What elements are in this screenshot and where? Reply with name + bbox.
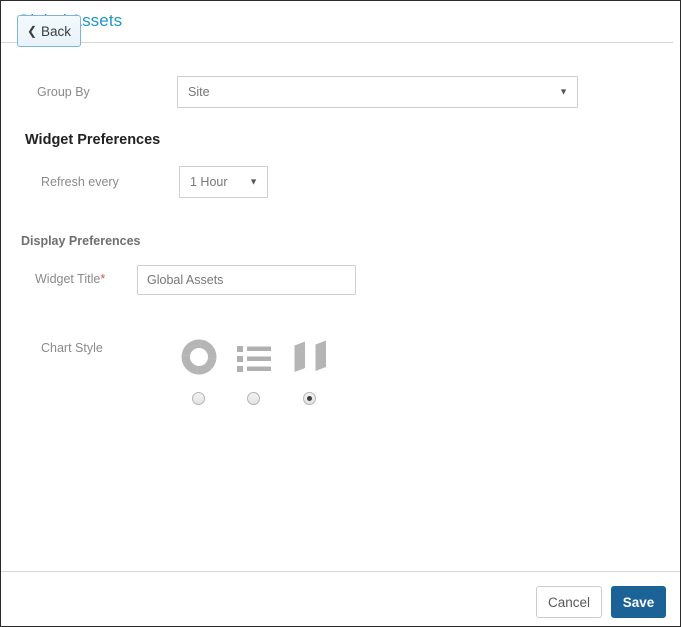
- chart-style-radio-list[interactable]: [247, 392, 260, 405]
- save-button-label: Save: [622, 594, 655, 610]
- refresh-interval-value: 1 Hour: [190, 175, 228, 189]
- back-button-label: Back: [41, 23, 72, 39]
- dialog-header: Global Assets: [1, 1, 680, 42]
- list-icon[interactable]: [234, 338, 274, 378]
- cancel-button[interactable]: Cancel: [536, 586, 602, 618]
- chart-style-label: Chart Style: [41, 341, 103, 355]
- chevron-down-icon: ▼: [559, 86, 568, 97]
- form-body: Group By Site ▼ Widget Preferences Refre…: [1, 43, 680, 571]
- group-by-select[interactable]: Site ▼: [177, 76, 578, 108]
- chevron-left-icon: ❮: [26, 24, 38, 38]
- map-icon[interactable]: [290, 336, 330, 376]
- widget-configuration-dialog: Global Assets Group By Site ▼ Widget Pre…: [0, 0, 681, 627]
- cancel-button-label: Cancel: [547, 594, 591, 610]
- back-button[interactable]: ❮ Back: [17, 15, 81, 47]
- widget-title-label: Widget Title*: [35, 272, 105, 286]
- group-by-label: Group By: [37, 85, 90, 99]
- widget-title-label-text: Widget Title: [35, 272, 101, 286]
- donut-chart-icon[interactable]: [179, 337, 219, 377]
- refresh-every-label: Refresh every: [41, 175, 119, 189]
- required-asterisk: *: [100, 272, 106, 286]
- widget-preferences-heading: Widget Preferences: [25, 132, 161, 148]
- chevron-down-icon: ▼: [249, 176, 258, 187]
- save-button[interactable]: Save: [611, 586, 666, 618]
- chart-style-radio-donut[interactable]: [192, 392, 205, 405]
- group-by-value: Site: [188, 85, 210, 99]
- chart-style-radio-map[interactable]: [303, 392, 316, 405]
- refresh-interval-select[interactable]: 1 Hour ▼: [179, 166, 268, 198]
- display-preferences-heading: Display Preferences: [21, 234, 141, 248]
- widget-title-input[interactable]: [137, 265, 356, 295]
